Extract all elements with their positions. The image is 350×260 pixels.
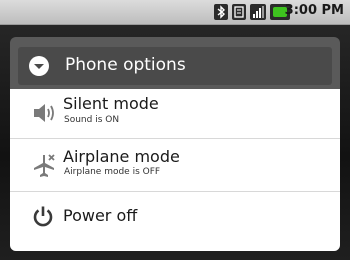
phone-options-dialog: Phone options Silent mode Sound is ON Ai… (10, 37, 340, 251)
bluetooth-icon (214, 4, 228, 20)
power-off-title: Power off (63, 206, 138, 225)
airplane-icon (34, 154, 55, 177)
dropdown-circle-icon (29, 56, 49, 76)
status-bar: 3:00 PM (0, 0, 350, 25)
options-list: Silent mode Sound is ON Airplane mode Ai… (10, 89, 340, 251)
speaker-icon (34, 104, 54, 122)
power-icon (33, 206, 53, 227)
sd-card-icon (232, 4, 246, 20)
dialog-title: Phone options (65, 55, 186, 75)
silent-mode-title: Silent mode (63, 94, 159, 113)
clock: 3:00 PM (284, 3, 344, 18)
dialog-title-bar: Phone options (18, 47, 332, 85)
airplane-mode-subtitle: Airplane mode is OFF (64, 167, 161, 177)
silent-mode-subtitle: Sound is ON (64, 115, 120, 125)
airplane-mode-title: Airplane mode (63, 147, 180, 166)
signal-icon (250, 4, 266, 20)
power-off-option[interactable]: Power off (10, 192, 340, 242)
silent-mode-option[interactable]: Silent mode Sound is ON (10, 89, 340, 139)
airplane-mode-option[interactable]: Airplane mode Airplane mode is OFF (10, 139, 340, 192)
